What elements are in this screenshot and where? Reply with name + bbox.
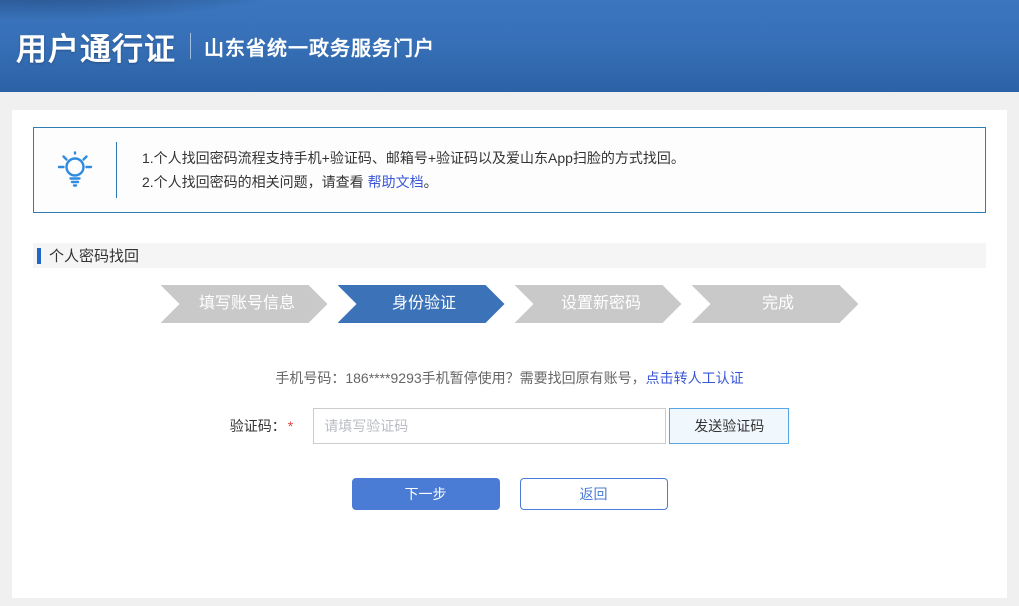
site-title: 用户通行证 — [16, 24, 176, 69]
phone-notice: 手机号码：186****9293手机暂停使用？需要找回原有账号，点击转人工认证 — [12, 368, 1007, 388]
section-title: 个人密码找回 — [49, 245, 139, 266]
back-button[interactable]: 返回 — [520, 478, 668, 510]
captcha-row: 验证码：* 发送验证码 — [12, 408, 1007, 444]
next-button[interactable]: 下一步 — [352, 478, 500, 510]
step-label: 完成 — [762, 295, 794, 312]
step-label: 填写账号信息 — [199, 295, 295, 312]
notice-line-1: 1.个人找回密码流程支持手机+验证码、邮箱号+验证码以及爱山东App扫脸的方式找… — [142, 146, 685, 170]
notice-text: 1.个人找回密码流程支持手机+验证码、邮箱号+验证码以及爱山东App扫脸的方式找… — [117, 146, 685, 194]
step-identity-verification: 身份验证 — [338, 285, 505, 323]
site-subtitle: 山东省统一政务服务门户 — [204, 32, 435, 61]
step-label: 身份验证 — [392, 295, 456, 312]
phone-notice-text: 手机号码：186****9293手机暂停使用？需要找回原有账号， — [275, 370, 645, 386]
content-card: 1.个人找回密码流程支持手机+验证码、邮箱号+验证码以及爱山东App扫脸的方式找… — [12, 110, 1007, 598]
help-doc-link[interactable]: 帮助文档 — [368, 174, 424, 190]
action-buttons: 下一步 返回 — [12, 478, 1007, 510]
step-set-new-password: 设置新密码 — [515, 285, 682, 323]
manual-auth-link[interactable]: 点击转人工认证 — [646, 370, 744, 386]
notice-line-2-prefix: 2.个人找回密码的相关问题，请查看 — [142, 174, 368, 190]
notice-box: 1.个人找回密码流程支持手机+验证码、邮箱号+验证码以及爱山东App扫脸的方式找… — [33, 127, 986, 213]
captcha-label: 验证码：* — [230, 416, 293, 436]
notice-icon-wrap — [34, 150, 116, 190]
progress-steps: 填写账号信息 身份验证 设置新密码 完成 — [12, 285, 1007, 323]
lightbulb-icon — [55, 150, 95, 190]
required-mark: * — [288, 418, 293, 434]
captcha-input[interactable] — [313, 408, 666, 444]
send-code-button[interactable]: 发送验证码 — [669, 408, 789, 444]
step-complete: 完成 — [692, 285, 859, 323]
captcha-label-text: 验证码： — [230, 418, 286, 434]
section-title-bar: 个人密码找回 — [33, 243, 986, 268]
step-label: 设置新密码 — [561, 295, 641, 312]
header-divider — [190, 33, 191, 59]
title-accent-bar — [37, 248, 41, 264]
notice-line-2-suffix: 。 — [424, 174, 438, 190]
notice-line-2: 2.个人找回密码的相关问题，请查看 帮助文档。 — [142, 170, 685, 194]
step-fill-account-info: 填写账号信息 — [161, 285, 328, 323]
header: 用户通行证 山东省统一政务服务门户 — [0, 0, 1019, 92]
